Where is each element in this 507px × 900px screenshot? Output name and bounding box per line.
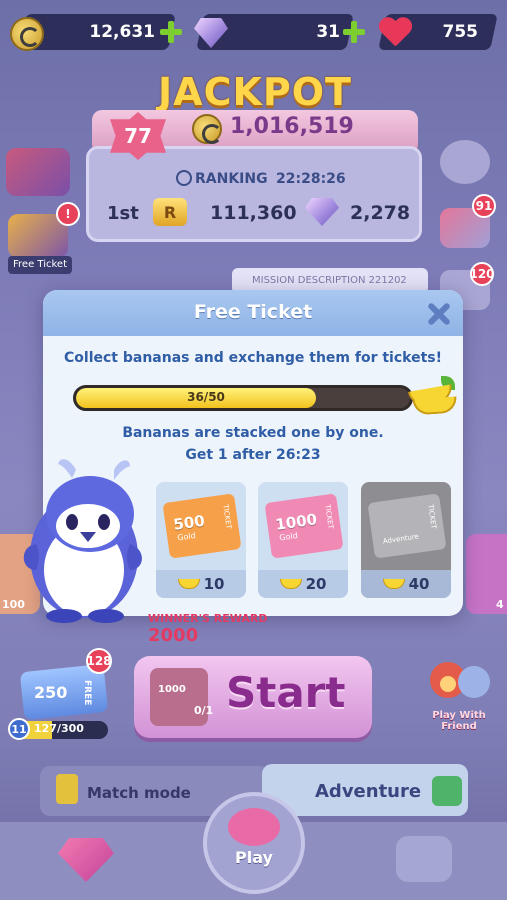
- adventure-mode-label: Adventure: [315, 781, 422, 802]
- jackpot-amount: 1,016,519: [230, 114, 354, 139]
- free-ticket-side-label[interactable]: Free Ticket: [8, 256, 72, 274]
- jackpot-coin-icon: [192, 114, 222, 144]
- modal-description: Collect bananas and exchange them for ti…: [64, 350, 442, 366]
- rank-score: 111,360: [210, 202, 297, 224]
- rank-trophy-icon: R: [153, 198, 187, 226]
- top-currency-bar: 12,631 31 755: [0, 0, 507, 58]
- friends-nav-icon[interactable]: [396, 836, 452, 882]
- ticket-count-badge: 128: [86, 648, 112, 674]
- banana-stack-text: Bananas are stacked one by one.: [122, 425, 384, 441]
- heart-counter: 755: [442, 22, 479, 42]
- ranking-panel[interactable]: [86, 146, 422, 242]
- banana-progress-bar: 36/50: [73, 385, 413, 411]
- ranking-time-left: 22:28:26: [276, 171, 346, 187]
- gold-ticket-icon: 500 Gold TICKET: [162, 493, 242, 559]
- penguin-mascot: [23, 459, 142, 623]
- banana-progress-text: 36/50: [187, 390, 225, 404]
- add-coins-plus-icon[interactable]: [160, 21, 182, 43]
- bears-icon: [430, 662, 490, 698]
- start-ticket-icon: [150, 668, 208, 726]
- ticket-card-adventure[interactable]: Adventure TICKET 40: [361, 482, 451, 598]
- settings-gear-icon[interactable]: [440, 140, 490, 184]
- adventure-map-icon: [432, 776, 462, 806]
- list-count-badge: 120: [469, 262, 495, 286]
- free-ticket-tag: FREE: [82, 680, 92, 706]
- play-nav-icon: [228, 808, 280, 846]
- banana-icon: [279, 577, 302, 591]
- gold-ticket-icon: 1000 Gold TICKET: [264, 493, 344, 559]
- start-label[interactable]: Start: [226, 668, 345, 717]
- close-icon[interactable]: [425, 300, 453, 328]
- ticket-card-500[interactable]: 500 Gold TICKET 10: [156, 482, 246, 598]
- banana-bunch-icon: [405, 370, 463, 418]
- banana-icon: [177, 577, 200, 591]
- start-ticket-amount: 1000: [158, 684, 186, 695]
- rank-position: 1st: [107, 203, 139, 224]
- play-nav-label: Play: [235, 848, 273, 867]
- ticket-card-1000[interactable]: 1000 Gold TICKET 20: [258, 482, 348, 598]
- coin-icon: [10, 17, 44, 51]
- adventure-ticket-icon: Adventure TICKET: [367, 493, 447, 559]
- ticket-cost: 40: [361, 570, 451, 598]
- rank-gems: 2,278: [350, 202, 411, 224]
- add-gems-plus-icon[interactable]: [343, 21, 365, 43]
- modal-title: Free Ticket: [193, 301, 313, 323]
- ranking-label: RANKING: [195, 171, 268, 187]
- right-event-value: 4: [496, 598, 504, 611]
- free-ticket-value: 250: [34, 683, 68, 702]
- coin-counter: 12,631: [89, 22, 155, 42]
- match-mode-label: Match mode: [87, 784, 191, 802]
- ticket-level-progress-text: 127/300: [34, 722, 84, 735]
- ticket-cost: 10: [156, 570, 246, 598]
- free-ticket-alert-badge: !: [56, 202, 80, 226]
- clock-icon: [176, 170, 192, 186]
- bear-event-icon[interactable]: [6, 148, 70, 196]
- banana-icon: [382, 577, 405, 591]
- heart-icon: [378, 16, 412, 48]
- match-mode-icon: [56, 774, 78, 804]
- play-with-friend-label: Play With Friend: [432, 710, 486, 732]
- gem-counter: 31: [316, 22, 340, 42]
- winners-reward: WINNER'S REWARD 2000: [148, 612, 268, 646]
- start-ticket-count: 0/1: [194, 704, 214, 717]
- ticket-cost: 20: [258, 570, 348, 598]
- jackpot-title: JACKPOT: [158, 70, 352, 114]
- ticket-level-badge: 11: [8, 718, 30, 740]
- mail-count-badge: 91: [472, 194, 496, 218]
